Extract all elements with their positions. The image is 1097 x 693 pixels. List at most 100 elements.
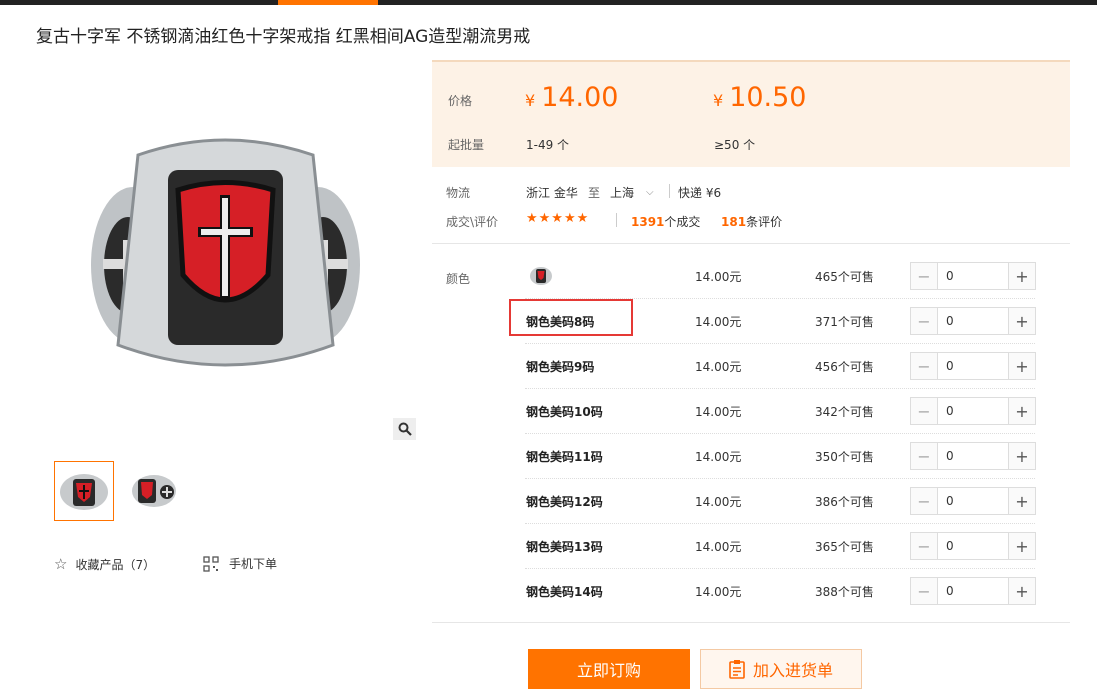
top-bar-accent	[278, 0, 378, 5]
price-tier-2: ¥10.50	[713, 82, 806, 113]
destination-select[interactable]: 上海 ⌵	[610, 184, 654, 201]
quantity-stepper[interactable]: − 0 +	[910, 307, 1036, 335]
currency-symbol: ¥	[713, 91, 724, 110]
qr-code-icon	[203, 555, 219, 572]
reviews-link[interactable]: 181条评价	[721, 213, 782, 230]
moq-label: 起批量	[448, 138, 485, 152]
add-to-purchase-list-button[interactable]: 加入进货单	[700, 649, 862, 689]
ring-side-thumbnail-icon	[132, 475, 176, 507]
top-bar	[0, 0, 1097, 5]
quantity-input[interactable]: 0	[938, 578, 1008, 604]
variant-price: 14.00元	[695, 450, 742, 464]
logistics-divider	[669, 184, 670, 198]
mobile-order-label: 手机下单	[229, 557, 278, 571]
clipboard-icon	[729, 660, 745, 679]
currency-symbol: ¥	[525, 91, 536, 110]
express-fee: 快递 ¥6	[678, 186, 722, 200]
thumbnail-2[interactable]	[124, 461, 184, 521]
minus-icon[interactable]: −	[911, 353, 938, 379]
variant-row: 钢色美码14码 14.00元 388个可售 − 0 +	[525, 569, 1036, 614]
variant-name[interactable]: 钢色美码13码	[526, 538, 603, 555]
quantity-input[interactable]: 0	[938, 353, 1008, 379]
plus-icon[interactable]: +	[1008, 353, 1035, 379]
plus-icon[interactable]: +	[1008, 398, 1035, 424]
logistics-label: 物流	[446, 186, 471, 200]
quantity-stepper[interactable]: − 0 +	[910, 352, 1036, 380]
variant-price: 14.00元	[695, 540, 742, 554]
quantity-input[interactable]: 0	[938, 398, 1008, 424]
price-tier-1: ¥14.00	[525, 82, 618, 113]
variant-name[interactable]: 钢色美码9码	[526, 358, 594, 375]
quantity-input[interactable]: 0	[938, 443, 1008, 469]
variant-swatch-image[interactable]	[529, 265, 553, 287]
variant-row: 钢色美码11码 14.00元 350个可售 − 0 +	[525, 434, 1036, 479]
minus-icon[interactable]: −	[911, 398, 938, 424]
quantity-stepper[interactable]: − 0 +	[910, 577, 1036, 605]
price-tier-1-value: 14.00	[541, 82, 619, 113]
bottom-divider	[432, 622, 1070, 623]
plus-icon[interactable]: +	[1008, 488, 1035, 514]
logistics-origin: 浙江 金华	[526, 186, 578, 200]
plus-icon[interactable]: +	[1008, 533, 1035, 559]
plus-icon[interactable]: +	[1008, 443, 1035, 469]
price-tier-2-value: 10.50	[729, 82, 807, 113]
highlight-box	[509, 299, 633, 336]
qty-tier-2: ≥50 个	[714, 138, 756, 152]
price-panel: 价格 起批量 ¥14.00 ¥10.50 1-49 个 ≥50 个	[432, 60, 1070, 167]
minus-icon[interactable]: −	[911, 488, 938, 514]
variant-stock: 365个可售	[815, 540, 874, 554]
quantity-input[interactable]: 0	[938, 263, 1008, 289]
minus-icon[interactable]: −	[911, 533, 938, 559]
variant-row: 钢色美码12码 14.00元 386个可售 − 0 +	[525, 479, 1036, 524]
minus-icon[interactable]: −	[911, 308, 938, 334]
variant-row: 14.00元 465个可售 − 0 +	[525, 254, 1036, 299]
mobile-order-button[interactable]: 手机下单	[203, 555, 277, 572]
deals-suffix: 个成交	[664, 215, 701, 229]
logistics-to: 至	[588, 186, 601, 200]
plus-icon[interactable]: +	[1008, 578, 1035, 604]
reviews-divider	[616, 213, 617, 227]
chevron-down-icon: ⌵	[646, 187, 654, 198]
magnifier-icon	[398, 422, 412, 436]
favorite-label: 收藏产品（7）	[75, 557, 156, 572]
buy-now-button[interactable]: 立即订购	[528, 649, 690, 689]
variant-stock: 350个可售	[815, 450, 874, 464]
section-divider	[432, 243, 1070, 244]
minus-icon[interactable]: −	[911, 263, 938, 289]
quantity-input[interactable]: 0	[938, 533, 1008, 559]
color-label: 颜色	[446, 272, 471, 286]
variant-name[interactable]: 钢色美码14码	[526, 583, 603, 600]
zoom-button[interactable]	[393, 418, 416, 440]
variant-price: 14.00元	[695, 495, 742, 509]
variant-row: 钢色美码9码 14.00元 456个可售 − 0 +	[525, 344, 1036, 389]
variant-stock: 342个可售	[815, 405, 874, 419]
thumbnail-1[interactable]	[54, 461, 114, 521]
variant-stock: 456个可售	[815, 360, 874, 374]
quantity-input[interactable]: 0	[938, 488, 1008, 514]
product-title: 复古十字军 不锈钢滴油红色十字架戒指 红黑相间AG造型潮流男戒	[36, 27, 531, 47]
quantity-stepper[interactable]: − 0 +	[910, 397, 1036, 425]
review-count: 181	[721, 215, 747, 229]
variant-stock: 465个可售	[815, 270, 874, 284]
quantity-input[interactable]: 0	[938, 308, 1008, 334]
plus-icon[interactable]: +	[1008, 263, 1035, 289]
favorite-button[interactable]: ☆ 收藏产品（7）	[54, 555, 155, 573]
minus-icon[interactable]: −	[911, 443, 938, 469]
variant-name[interactable]: 钢色美码12码	[526, 493, 603, 510]
product-main-image[interactable]	[33, 115, 418, 425]
variant-stock: 388个可售	[815, 585, 874, 599]
variant-price: 14.00元	[695, 585, 742, 599]
add-to-purchase-list-label: 加入进货单	[752, 661, 833, 680]
variant-name[interactable]: 钢色美码11码	[526, 448, 603, 465]
variant-name[interactable]: 钢色美码10码	[526, 403, 603, 420]
minus-icon[interactable]: −	[911, 578, 938, 604]
deals-link[interactable]: 1391个成交	[631, 213, 700, 230]
plus-icon[interactable]: +	[1008, 308, 1035, 334]
variant-row: 钢色美码13码 14.00元 365个可售 − 0 +	[525, 524, 1036, 569]
quantity-stepper[interactable]: − 0 +	[910, 262, 1036, 290]
quantity-stepper[interactable]: − 0 +	[910, 532, 1036, 560]
quantity-stepper[interactable]: − 0 +	[910, 442, 1036, 470]
rating-stars[interactable]: ★★★★★	[526, 211, 589, 226]
variant-price: 14.00元	[695, 315, 742, 329]
quantity-stepper[interactable]: − 0 +	[910, 487, 1036, 515]
